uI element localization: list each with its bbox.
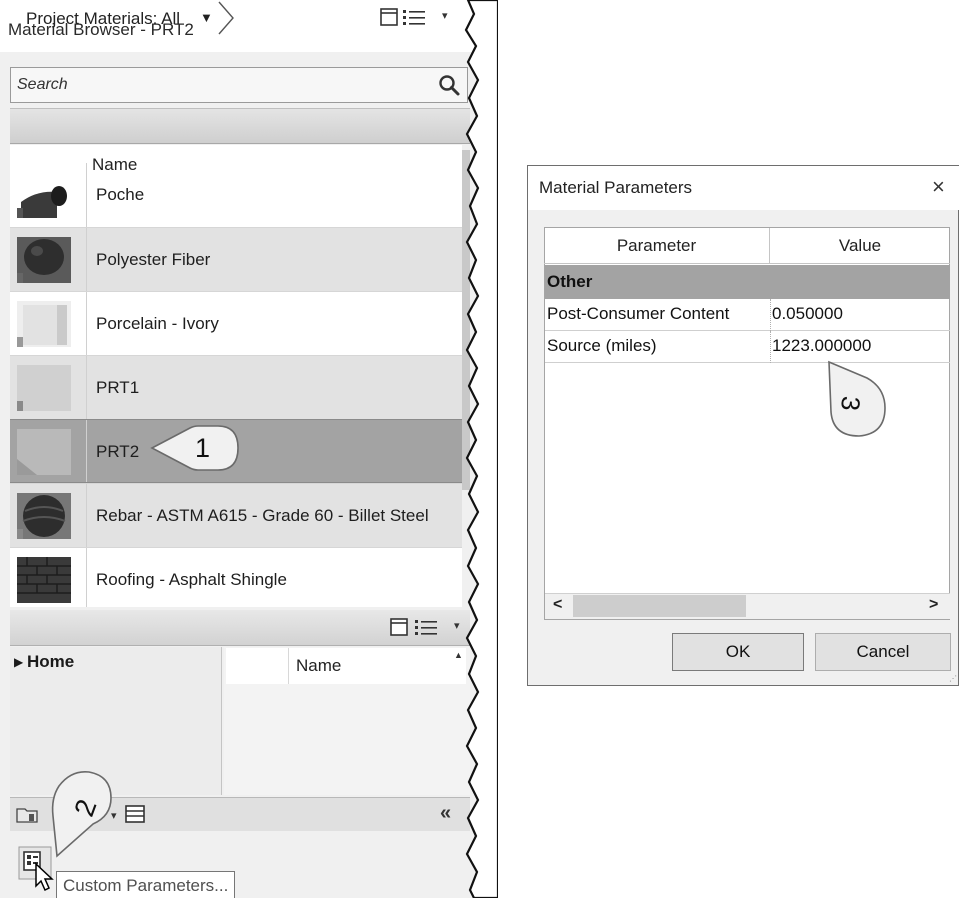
material-thumbnail — [17, 301, 71, 347]
material-row-poche[interactable]: Poche — [10, 163, 462, 227]
material-name: PRT1 — [96, 378, 140, 397]
parameter-row[interactable]: Source (miles) 1223.000000 — [545, 331, 950, 363]
material-name: PRT2 — [96, 442, 140, 461]
toggle-panel-icon[interactable] — [390, 618, 408, 636]
material-name: Roofing - Asphalt Shingle — [96, 570, 287, 589]
material-name: Rebar - ASTM A615 - Grade 60 - Billet St… — [96, 506, 429, 525]
horizontal-scrollbar-thumb[interactable] — [573, 595, 746, 617]
parameter-row[interactable]: Post-Consumer Content 0.050000 — [545, 299, 950, 331]
material-row-polyester-fiber[interactable]: Polyester Fiber — [10, 227, 462, 291]
filter-dropdown-icon[interactable]: ▼ — [200, 10, 213, 25]
project-materials-filter[interactable]: Project Materials: All — [26, 9, 180, 29]
parameter-group-label: Other — [547, 272, 593, 291]
material-thumbnail — [17, 172, 71, 218]
parameter-group-row — [545, 265, 950, 299]
material-thumbnail — [17, 557, 71, 603]
parameter-value[interactable]: 1223.000000 — [772, 336, 871, 356]
search-box[interactable] — [10, 67, 468, 103]
view-options-icon[interactable] — [414, 618, 438, 636]
material-row-porcelain-ivory[interactable]: Porcelain - Ivory — [10, 291, 462, 355]
torn-edge-decoration — [464, 0, 498, 898]
material-thumbnail — [17, 429, 71, 475]
material-row-roofing[interactable]: Roofing - Asphalt Shingle — [10, 547, 462, 607]
material-row-prt1[interactable]: PRT1 — [10, 355, 462, 419]
view-options-icon[interactable] — [402, 8, 426, 26]
project-materials-list: Name Poche Polyester Fiber Porcelain - I… — [10, 145, 462, 607]
view-options-dropdown-icon[interactable]: ▾ — [442, 9, 448, 22]
ok-button[interactable]: OK — [672, 633, 804, 671]
toggle-panel-icon[interactable] — [380, 8, 398, 26]
material-name: Polyester Fiber — [96, 250, 211, 269]
parameter-name: Post-Consumer Content — [547, 304, 730, 323]
filter-bar — [10, 108, 470, 144]
material-thumbnail — [17, 365, 71, 411]
parameter-value[interactable]: 0.050000 — [772, 304, 843, 324]
expand-arrow-icon[interactable]: ▶ — [14, 655, 23, 669]
manage-library-icon[interactable] — [16, 805, 40, 823]
cancel-button[interactable]: Cancel — [815, 633, 951, 671]
resize-grip-icon[interactable]: ⋰ — [949, 674, 957, 683]
material-thumbnail — [17, 237, 71, 283]
close-icon[interactable]: × — [932, 174, 945, 200]
material-thumbnail — [17, 493, 71, 539]
material-row-rebar[interactable]: Rebar - ASTM A615 - Grade 60 - Billet St… — [10, 483, 462, 547]
library-name-column-header[interactable]: Name — [296, 656, 341, 676]
material-editor-icon[interactable] — [125, 805, 145, 823]
material-name: Porcelain - Ivory — [96, 314, 219, 333]
callout-label-1: 1 — [195, 433, 211, 463]
search-input[interactable] — [11, 68, 431, 102]
material-name: Poche — [96, 185, 145, 204]
column-separator — [288, 648, 289, 684]
scroll-left-icon[interactable]: < — [553, 596, 562, 614]
scroll-right-icon[interactable]: > — [929, 596, 938, 614]
mouse-cursor-icon — [35, 862, 54, 892]
breadcrumb-chevron-icon — [218, 1, 234, 35]
library-tree-home[interactable]: Home — [27, 652, 74, 672]
dialog-title: Material Parameters — [539, 178, 693, 197]
parameter-column-header[interactable]: Parameter — [544, 228, 770, 264]
library-list-header — [226, 648, 466, 684]
custom-parameters-tooltip: Custom Parameters... — [56, 871, 236, 898]
value-column-header[interactable]: Value — [770, 228, 950, 264]
collapse-panel-icon[interactable]: « — [440, 802, 451, 825]
callout-label-3: 3 — [835, 395, 867, 413]
parameter-name: Source (miles) — [547, 336, 657, 355]
